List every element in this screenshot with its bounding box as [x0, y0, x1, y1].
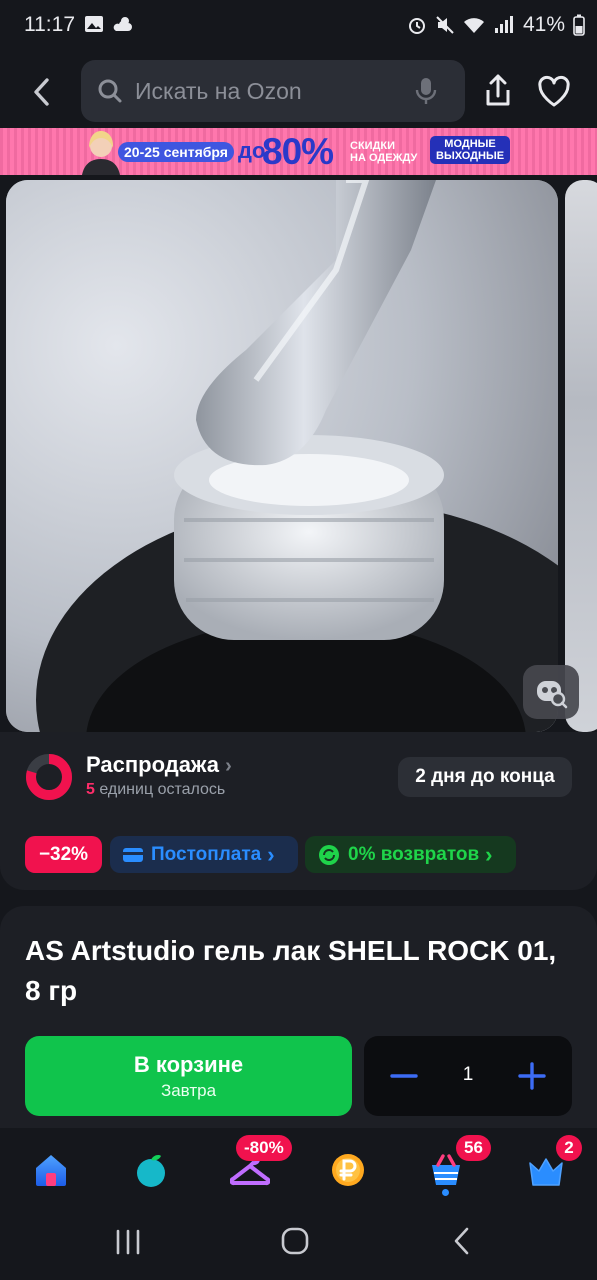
mute-icon — [436, 16, 454, 34]
product-title: AS Artstudio гель лак SHELL ROCK 01, 8 г… — [25, 935, 557, 1006]
battery-percent: 41% — [522, 13, 565, 36]
search-input[interactable]: Искать на Ozon — [81, 60, 465, 122]
banner-subtitle-line2: НА ОДЕЖДУ — [350, 152, 418, 164]
chevron-right-icon: › — [225, 755, 232, 777]
share-button[interactable] — [480, 72, 516, 112]
delivery-label: Завтра — [160, 1080, 217, 1100]
home-system-button[interactable] — [280, 1226, 310, 1261]
back-chevron-icon — [454, 1227, 469, 1255]
decrease-button[interactable] — [382, 1054, 426, 1098]
sale-progress-icon — [26, 754, 72, 800]
active-tab-indicator — [442, 1189, 449, 1196]
recent-apps-button[interactable] — [113, 1228, 143, 1261]
gallery-icon — [85, 16, 103, 32]
wifi-icon — [463, 18, 484, 33]
weather-icon — [113, 17, 132, 31]
back-button[interactable] — [22, 72, 62, 112]
chevron-right-icon: › — [267, 841, 275, 867]
home-circle-icon — [281, 1227, 309, 1255]
ruble-coin-icon — [332, 1154, 364, 1186]
nav-fresh[interactable] — [129, 1148, 173, 1192]
sale-days-left: 2 дня до конца — [398, 757, 572, 797]
chevron-right-icon: › — [485, 841, 493, 867]
search-placeholder: Искать на Ozon — [135, 77, 302, 104]
nav-finance[interactable] — [326, 1148, 370, 1192]
nav-profile-badge: 2 — [556, 1135, 582, 1161]
fresh-icon — [137, 1155, 165, 1187]
quantity-value: 1 — [462, 1064, 474, 1085]
visual-search-button[interactable] — [523, 665, 579, 719]
signal-icon — [494, 16, 513, 33]
postpay-tag[interactable]: Постоплата › — [110, 836, 298, 873]
chevron-left-icon — [34, 78, 49, 106]
remaining-count: 5 — [86, 781, 95, 798]
status-bar: 11:17 41% — [0, 0, 597, 52]
sale-title[interactable]: Распродажа › — [86, 752, 232, 778]
product-photo[interactable] — [6, 180, 558, 732]
postpay-label: Постоплата — [151, 843, 262, 865]
favorite-button[interactable] — [535, 72, 573, 112]
banner-subtitle-line1: СКИДКИ — [350, 140, 396, 152]
banner-dates: 20-25 сентября — [118, 142, 234, 162]
sale-title-label: Распродажа — [86, 752, 220, 777]
returns-label: 0% возвратов — [348, 843, 480, 865]
visual-search-icon — [537, 681, 568, 709]
nav-home[interactable] — [29, 1148, 73, 1192]
search-icon — [98, 79, 122, 103]
status-time: 11:17 — [24, 13, 75, 36]
sale-remaining: 5 единиц осталось — [86, 781, 225, 799]
system-navigation-bar — [0, 1206, 597, 1280]
status-left-icons — [84, 14, 134, 34]
banner-badge: МОДНЫЕ ВЫХОДНЫЕ — [430, 136, 511, 164]
minus-icon — [390, 1074, 418, 1078]
banner-percent: 80% — [262, 131, 334, 172]
banner-badge-line1: МОДНЫЕ — [444, 138, 496, 150]
home-icon — [36, 1155, 66, 1186]
battery-icon — [573, 14, 585, 36]
status-right: 41% — [407, 13, 585, 37]
share-icon — [486, 74, 510, 106]
banner-subtitle: СКИДКИ НА ОДЕЖДУ — [350, 140, 417, 164]
bottom-navigation — [0, 1128, 597, 1206]
card-icon — [123, 847, 143, 862]
alarm-icon — [408, 18, 425, 34]
heart-icon — [538, 75, 570, 107]
microphone-icon[interactable] — [415, 77, 437, 105]
remaining-text: единиц осталось — [99, 781, 226, 798]
plus-icon — [518, 1062, 546, 1090]
in-cart-button[interactable]: В корзине Завтра — [25, 1036, 352, 1116]
nav-cart-badge: 56 — [456, 1135, 491, 1161]
returns-tag[interactable]: 0% возвратов › — [305, 836, 516, 873]
nail-polish-image — [6, 180, 558, 732]
banner-badge-line2: ВЫХОДНЫЕ — [436, 150, 505, 162]
cart-label: В корзине — [133, 1051, 244, 1077]
discount-badge: −32% — [25, 836, 102, 873]
quantity-stepper: 1 — [364, 1036, 572, 1116]
recent-apps-icon — [116, 1229, 140, 1255]
return-icon — [319, 844, 339, 865]
next-photo-preview[interactable] — [565, 180, 597, 732]
increase-button[interactable] — [510, 1054, 554, 1098]
back-system-button[interactable] — [450, 1226, 474, 1261]
nav-fashion-badge: -80% — [236, 1135, 292, 1161]
